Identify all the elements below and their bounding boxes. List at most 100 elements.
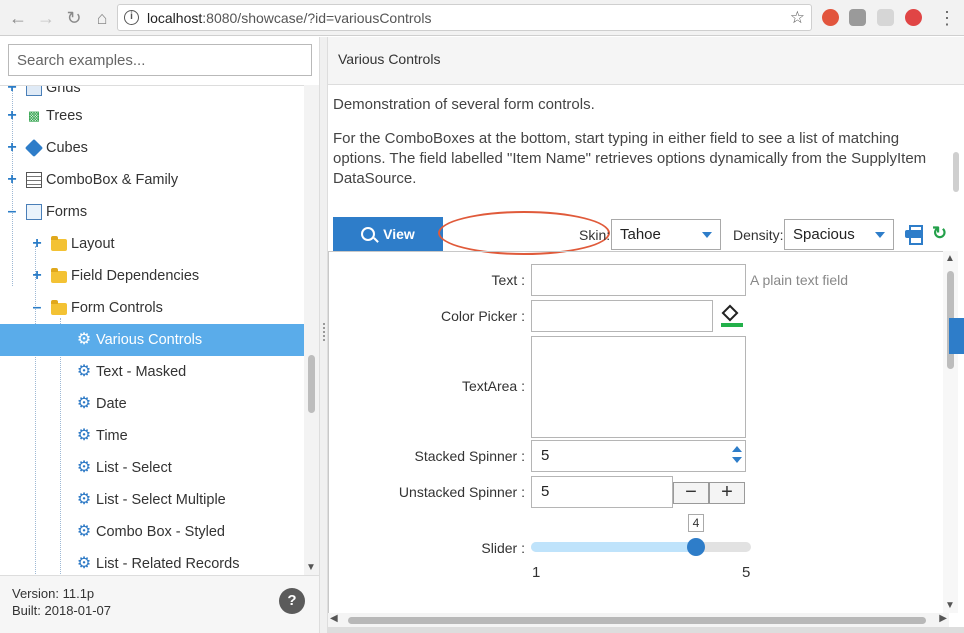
scrollbar-thumb[interactable]	[953, 152, 959, 192]
sidebar-footer: Version: 11.1p Built: 2018-01-07 ?	[0, 575, 319, 633]
density-select-value: Spacious	[793, 226, 855, 243]
forward-icon[interactable]: →	[34, 6, 58, 30]
unstacked-spinner-value: 5	[541, 483, 550, 500]
sidebar-item-list-select[interactable]: ⚙ List - Select	[0, 452, 304, 484]
info-icon[interactable]: i	[124, 10, 139, 25]
scroll-right-icon[interactable]: ▶	[939, 613, 947, 624]
extension-grid-icon[interactable]	[877, 9, 894, 26]
expand-icon[interactable]: +	[6, 107, 18, 125]
sidebar-item-various-controls[interactable]: ⚙ Various Controls	[0, 324, 304, 356]
sidebar-item-label: Combo Box - Styled	[96, 524, 225, 540]
sidebar-item-date[interactable]: ⚙ Date	[0, 388, 304, 420]
sidebar-item-trees[interactable]: + ▩ Trees	[0, 100, 304, 132]
stacked-spinner[interactable]: 5	[531, 440, 746, 472]
bookmark-star-icon[interactable]: ☆	[790, 8, 805, 28]
sidebar-item-forms[interactable]: – Forms	[0, 196, 304, 228]
folder-icon	[51, 268, 67, 283]
sidebar-item-combo-box-styled[interactable]: ⚙ Combo Box - Styled	[0, 516, 304, 548]
tab-view-label: View	[383, 226, 415, 242]
expand-icon[interactable]: +	[31, 235, 43, 253]
sidebar-item-label: Various Controls	[96, 332, 203, 348]
pane-splitter[interactable]	[319, 37, 328, 633]
help-button[interactable]: ?	[279, 588, 305, 614]
home-icon[interactable]: ⌂	[90, 6, 114, 30]
built-text: Built: 2018-01-07	[12, 603, 112, 618]
sidebar-item-text-masked[interactable]: ⚙ Text - Masked	[0, 356, 304, 388]
slider-track[interactable]	[531, 538, 751, 556]
form-scrollbar[interactable]: ▲ ▼	[943, 251, 958, 613]
slider-fill	[531, 542, 696, 552]
browser-toolbar: ← → ↻ ⌂ i localhost:8080/showcase/?id=va…	[0, 0, 964, 36]
extension-shield-icon[interactable]	[822, 9, 839, 26]
sidebar-item-label: Form Controls	[71, 300, 163, 316]
scroll-left-icon[interactable]: ◀	[330, 613, 338, 624]
slider-thumb[interactable]	[687, 538, 705, 556]
color-picker-field[interactable]	[531, 300, 713, 332]
refresh-icon[interactable]: ↻	[932, 223, 947, 244]
textarea-field[interactable]	[531, 336, 746, 438]
gear-icon: ⚙	[76, 459, 92, 476]
collapse-icon[interactable]: –	[6, 203, 18, 221]
tab-view[interactable]: View	[333, 217, 443, 251]
expand-icon[interactable]: +	[6, 86, 18, 97]
extension-note-icon[interactable]	[849, 9, 866, 26]
sidebar-item-label: Date	[96, 396, 127, 412]
paint-bucket-body	[721, 304, 739, 322]
unstacked-spinner[interactable]: 5	[531, 476, 673, 508]
url-path: :8080/showcase/?id=variousControls	[202, 10, 432, 26]
sidebar-item-cubes[interactable]: + Cubes	[0, 132, 304, 164]
spinner-up-icon[interactable]	[732, 446, 742, 452]
bottom-strip	[328, 627, 964, 633]
horizontal-scrollbar[interactable]: ◀ ▶	[328, 613, 949, 627]
paint-bucket-icon[interactable]	[721, 304, 743, 327]
slider-min-label: 1	[532, 564, 541, 581]
browser-menu-icon[interactable]: ⋮	[938, 6, 956, 30]
extension-play-icon[interactable]	[905, 9, 922, 26]
examples-tree: + Grids + ▩ Trees + Cubes + ComboBox & F…	[0, 85, 304, 575]
expand-icon[interactable]: +	[6, 171, 18, 189]
grid-icon	[26, 86, 42, 96]
folder-gear-icon	[51, 300, 67, 315]
chevron-down-icon	[875, 232, 885, 238]
sidebar-item-list-select-multiple[interactable]: ⚙ List - Select Multiple	[0, 484, 304, 516]
sidebar-item-combobox-family[interactable]: + ComboBox & Family	[0, 164, 304, 196]
description-line-1: Demonstration of several form controls.	[333, 96, 595, 113]
sidebar-item-layout[interactable]: + Layout	[0, 228, 304, 260]
reload-icon[interactable]: ↻	[62, 6, 86, 30]
expand-icon[interactable]: +	[6, 139, 18, 157]
decrement-button[interactable]: −	[673, 482, 709, 504]
density-select[interactable]: Spacious	[784, 219, 894, 250]
search-input[interactable]: Search examples...	[8, 44, 312, 76]
description-scrollbar[interactable]	[949, 137, 964, 197]
spinner-arrows-icon[interactable]	[732, 446, 742, 466]
tree-scrollbar[interactable]: ▼	[304, 85, 319, 575]
back-icon[interactable]: ←	[6, 6, 30, 30]
textarea-label: TextArea :	[461, 378, 525, 394]
slider-max-label: 5	[742, 564, 751, 581]
scrollbar-thumb[interactable]	[308, 355, 315, 413]
sidebar-item-list-related-records[interactable]: ⚙ List - Related Records	[0, 548, 304, 575]
increment-button[interactable]: +	[709, 482, 745, 504]
address-bar[interactable]: i localhost:8080/showcase/?id=variousCon…	[117, 4, 812, 31]
collapse-icon[interactable]: –	[31, 299, 43, 317]
spinner-down-icon[interactable]	[732, 457, 742, 463]
print-icon[interactable]	[905, 225, 923, 245]
scroll-down-icon[interactable]: ▼	[306, 562, 316, 573]
scroll-down-icon[interactable]: ▼	[945, 600, 955, 611]
sidebar-item-label: Cubes	[46, 140, 88, 156]
text-field[interactable]	[531, 264, 746, 296]
url-text: localhost:8080/showcase/?id=variousContr…	[147, 10, 431, 26]
sidebar-item-field-dependencies[interactable]: + Field Dependencies	[0, 260, 304, 292]
sidebar-item-form-controls[interactable]: – Form Controls	[0, 292, 304, 324]
splitter-grip-icon[interactable]	[323, 323, 325, 341]
skin-select[interactable]: Tahoe	[611, 219, 721, 250]
gear-icon: ⚙	[76, 331, 92, 348]
scroll-up-icon[interactable]: ▲	[945, 253, 955, 264]
gear-icon: ⚙	[76, 523, 92, 540]
form-icon	[26, 204, 42, 220]
scrollbar-thumb[interactable]	[348, 617, 926, 624]
sidebar-item-label: Layout	[71, 236, 115, 252]
expand-icon[interactable]: +	[31, 267, 43, 285]
sidebar-item-time[interactable]: ⚙ Time	[0, 420, 304, 452]
sidebar-item-label: List - Related Records	[96, 556, 240, 572]
